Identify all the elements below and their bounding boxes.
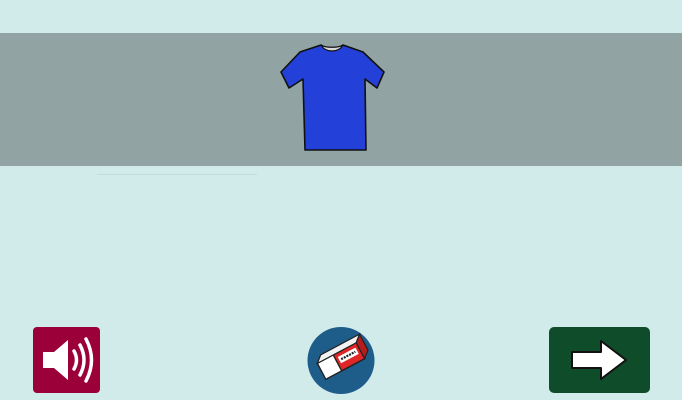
tshirt-icon — [277, 42, 387, 154]
clear-answer-button[interactable] — [307, 327, 375, 394]
play-audio-button[interactable] — [33, 327, 100, 393]
activity-screen — [0, 0, 682, 400]
next-button[interactable] — [549, 327, 650, 393]
answer-field[interactable] — [97, 174, 257, 175]
